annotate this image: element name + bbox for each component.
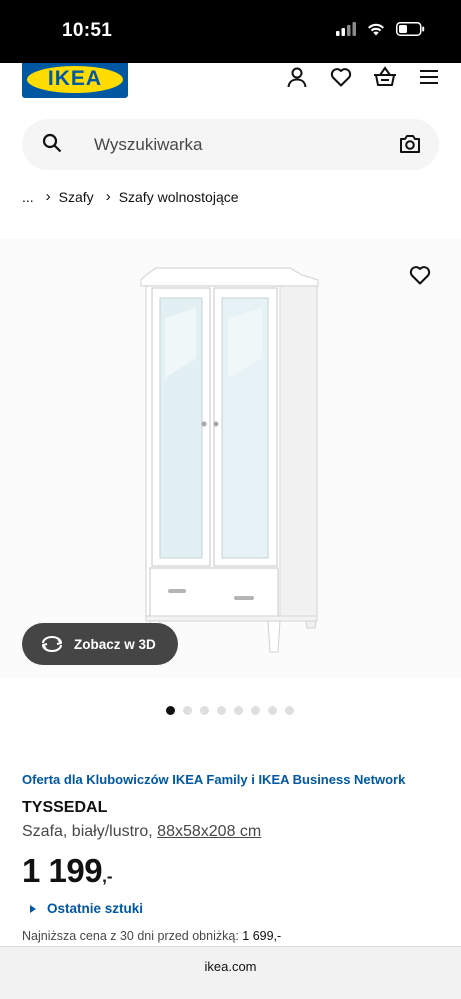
product-price: 1 199,-	[22, 852, 112, 890]
carousel-dot[interactable]	[217, 706, 226, 715]
user-icon[interactable]	[285, 65, 309, 89]
carousel-dot[interactable]	[183, 706, 192, 715]
rotate-3d-icon	[42, 636, 62, 652]
heart-icon[interactable]	[329, 65, 353, 89]
status-bar: 10:51	[0, 0, 461, 63]
favorite-heart-icon[interactable]	[409, 265, 431, 285]
menu-icon[interactable]	[417, 65, 441, 89]
site-header: IKEA	[0, 63, 461, 105]
carousel-dots	[166, 706, 294, 715]
view-3d-label: Zobacz w 3D	[74, 636, 156, 652]
product-name: TYSSEDAL	[22, 799, 108, 816]
carousel-dot[interactable]	[285, 706, 294, 715]
breadcrumb: ... › Szafy › Szafy wolnostojące	[22, 188, 239, 205]
lowest-price-value: 1 699,-	[242, 929, 282, 943]
carousel-dot[interactable]	[268, 706, 277, 715]
price-integer: 1 199	[22, 852, 103, 889]
chevron-right-icon: ›	[45, 188, 51, 205]
lowest-price-note: Najniższa cena z 30 dni przed obniżką: 1…	[22, 929, 281, 943]
carousel-dot[interactable]	[251, 706, 260, 715]
chevron-right-icon: ›	[105, 188, 111, 205]
search-input[interactable]: Wyszukiwarka	[22, 119, 439, 170]
lowest-price-label: Najniższa cena z 30 dni przed obniżką:	[22, 929, 243, 943]
search-icon	[42, 133, 62, 153]
url-text: ikea.com	[204, 959, 257, 974]
logo-text: IKEA	[47, 67, 103, 90]
breadcrumb-item-szafy[interactable]: Szafy	[59, 189, 94, 205]
battery-icon	[396, 22, 425, 36]
cart-icon[interactable]	[373, 65, 397, 89]
status-time: 10:51	[62, 20, 113, 41]
breadcrumb-item-szafy-wolnostojace[interactable]: Szafy wolnostojące	[119, 189, 239, 205]
product-description: Szafa, biały/lustro, 88x58x208 cm	[22, 823, 261, 841]
view-3d-button[interactable]: Zobacz w 3D	[22, 623, 178, 665]
signal-icon	[336, 22, 356, 36]
product-dimensions-link[interactable]: 88x58x208 cm	[157, 823, 261, 840]
stock-status-label: Ostatnie sztuki	[47, 901, 144, 916]
status-icons	[336, 22, 425, 36]
play-triangle-icon	[30, 904, 36, 913]
stock-status-link[interactable]: Ostatnie sztuki	[30, 901, 143, 916]
ikea-logo[interactable]: IKEA	[22, 63, 128, 98]
header-icons	[285, 65, 441, 89]
breadcrumb-more[interactable]: ...	[22, 189, 34, 205]
camera-icon[interactable]	[399, 133, 421, 155]
family-offer-link[interactable]: Oferta dla Klubowiczów IKEA Family i IKE…	[22, 772, 405, 787]
carousel-dot[interactable]	[200, 706, 209, 715]
carousel-dot[interactable]	[234, 706, 243, 715]
product-type: Szafa, biały/lustro,	[22, 823, 158, 840]
browser-url-bar[interactable]: ikea.com	[0, 946, 461, 999]
price-decimal: ,-	[102, 867, 113, 886]
wifi-icon	[368, 23, 384, 36]
search-placeholder: Wyszukiwarka	[94, 135, 203, 154]
wardrobe-image	[140, 267, 319, 653]
product-image[interactable]	[0, 238, 461, 678]
carousel-dot[interactable]	[166, 706, 175, 715]
